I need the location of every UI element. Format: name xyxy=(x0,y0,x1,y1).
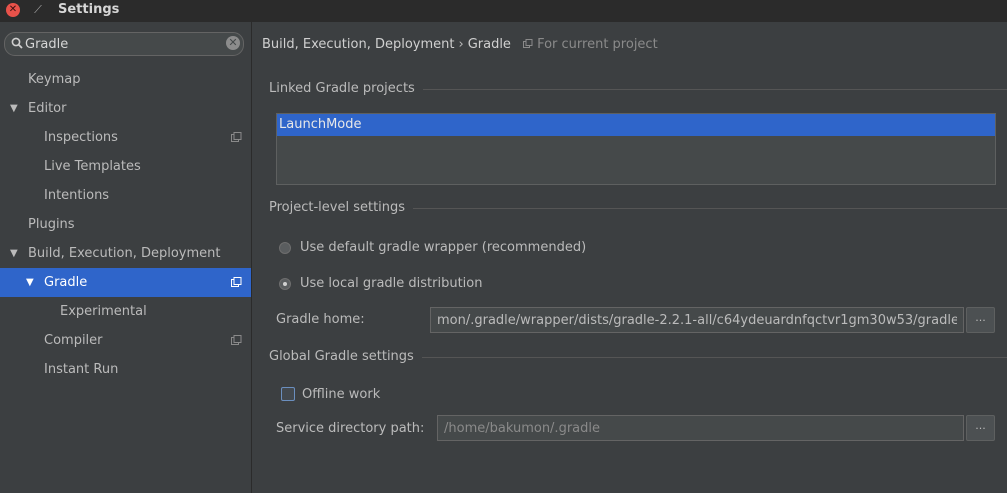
default-wrapper-radio[interactable] xyxy=(279,242,291,254)
restore-window-icon[interactable]: ⟋ xyxy=(32,3,44,17)
sidebar-item-label: Live Templates xyxy=(44,159,141,174)
sidebar-item-instant-run[interactable]: Instant Run xyxy=(0,355,251,384)
expanded-arrow-icon[interactable]: ▼ xyxy=(10,239,18,268)
title-bar: ✕ ⟋ Settings xyxy=(0,0,1007,22)
expanded-arrow-icon[interactable]: ▼ xyxy=(26,268,34,297)
sidebar-item-label: Keymap xyxy=(28,72,81,87)
gradle-home-label: Gradle home: xyxy=(276,312,365,327)
breadcrumb-current: Gradle xyxy=(467,37,511,52)
sidebar-item-label: Build, Execution, Deployment xyxy=(28,246,221,261)
sidebar-item-label: Gradle xyxy=(44,275,88,290)
close-window-button[interactable]: ✕ xyxy=(6,3,20,17)
sidebar-item-label: Experimental xyxy=(60,304,147,319)
search-icon xyxy=(11,37,23,49)
project-level-settings-title: Project-level settings xyxy=(269,200,414,216)
sidebar-item-editor[interactable]: ▼ Editor xyxy=(0,94,251,123)
linked-projects-title: Linked Gradle projects xyxy=(269,81,423,97)
offline-work-label[interactable]: Offline work xyxy=(302,387,380,403)
breadcrumb-separator: › xyxy=(458,37,464,52)
project-scope-icon xyxy=(231,335,242,345)
sidebar-item-gradle[interactable]: ▼ Gradle xyxy=(0,268,251,297)
sidebar-item-inspections[interactable]: Inspections xyxy=(0,123,251,152)
breadcrumb: Build, Execution, Deployment › Gradle For … xyxy=(262,36,658,54)
gradle-home-input[interactable] xyxy=(430,307,964,333)
sidebar-item-keymap[interactable]: Keymap xyxy=(0,65,251,94)
service-directory-browse-button[interactable]: ... xyxy=(966,415,995,441)
sidebar-item-experimental[interactable]: Experimental xyxy=(0,297,251,326)
list-item[interactable]: LaunchMode xyxy=(277,114,995,136)
window-title: Settings xyxy=(58,2,120,17)
sidebar-item-plugins[interactable]: Plugins xyxy=(0,210,251,239)
linked-projects-list[interactable]: LaunchMode xyxy=(276,113,996,185)
gradle-settings-panel: Build, Execution, Deployment › Gradle For … xyxy=(252,22,1007,493)
settings-search-input[interactable] xyxy=(25,34,215,54)
global-settings-title: Global Gradle settings xyxy=(269,349,422,365)
project-scope-icon xyxy=(231,132,242,142)
breadcrumb-parent[interactable]: Build, Execution, Deployment xyxy=(262,37,454,52)
expanded-arrow-icon[interactable]: ▼ xyxy=(10,94,18,123)
sidebar-item-intentions[interactable]: Intentions xyxy=(0,181,251,210)
project-scope-icon xyxy=(523,39,533,48)
sidebar-item-compiler[interactable]: Compiler xyxy=(0,326,251,355)
sidebar-item-live-templates[interactable]: Live Templates xyxy=(0,152,251,181)
service-directory-label: Service directory path: xyxy=(276,421,425,436)
scope-note: For current project xyxy=(537,37,658,52)
gradle-home-browse-button[interactable]: ... xyxy=(966,307,995,333)
service-directory-input[interactable] xyxy=(437,415,964,441)
sidebar-item-label: Editor xyxy=(28,101,67,116)
local-distribution-radio[interactable] xyxy=(279,278,291,290)
sidebar-item-label: Compiler xyxy=(44,333,103,348)
sidebar-item-label: Plugins xyxy=(28,217,75,232)
sidebar-item-label: Instant Run xyxy=(44,362,119,377)
default-wrapper-label[interactable]: Use default gradle wrapper (recommended) xyxy=(300,240,586,256)
clear-search-icon[interactable]: ✕ xyxy=(226,36,240,50)
local-distribution-label[interactable]: Use local gradle distribution xyxy=(300,276,482,292)
sidebar-item-label: Intentions xyxy=(44,188,110,203)
settings-search-box[interactable]: ✕ xyxy=(4,32,244,56)
sidebar-item-build-execution-deployment[interactable]: ▼ Build, Execution, Deployment xyxy=(0,239,251,268)
sidebar-item-label: Inspections xyxy=(44,130,118,145)
settings-sidebar: ✕ Keymap ▼ Editor Inspections Live Templ… xyxy=(0,22,252,493)
offline-work-checkbox[interactable] xyxy=(281,387,295,401)
project-scope-icon xyxy=(231,277,242,287)
